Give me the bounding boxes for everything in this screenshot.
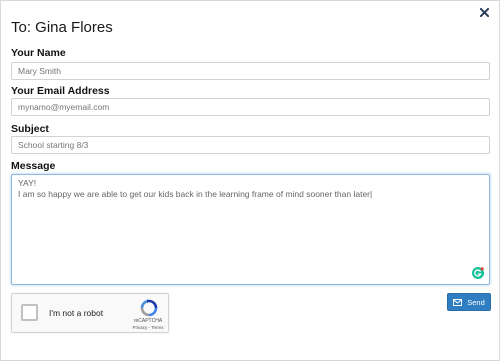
- recaptcha-label: I'm not a robot: [49, 308, 104, 318]
- recaptcha-checkbox[interactable]: [21, 304, 38, 321]
- recaptcha-logo-icon: [139, 299, 159, 317]
- recaptcha-links[interactable]: Privacy - Terms: [128, 325, 168, 330]
- name-input[interactable]: [11, 62, 490, 80]
- message-line: I am so happy we are able to get our kid…: [18, 189, 373, 199]
- message-textarea[interactable]: YAY! I am so happy we are able to get ou…: [11, 174, 490, 285]
- message-label: Message: [11, 160, 56, 172]
- send-button[interactable]: Send: [447, 293, 491, 311]
- modal-title: To: Gina Flores: [11, 19, 113, 36]
- message-modal: To: Gina Flores Your Name Your Email Add…: [0, 0, 500, 361]
- send-label: Send: [467, 297, 485, 307]
- recaptcha-widget: I'm not a robot reCAPTCHA Privacy - Term…: [11, 293, 169, 333]
- grammarly-icon[interactable]: [472, 267, 484, 279]
- subject-input[interactable]: [11, 136, 490, 154]
- envelope-icon: [453, 298, 463, 306]
- message-line: YAY!: [18, 178, 37, 188]
- close-icon[interactable]: [476, 4, 492, 20]
- subject-label: Subject: [11, 123, 49, 135]
- email-label: Your Email Address: [11, 85, 110, 97]
- email-input[interactable]: [11, 98, 490, 116]
- name-label: Your Name: [11, 47, 66, 59]
- recaptcha-brand: reCAPTCHA: [133, 318, 163, 324]
